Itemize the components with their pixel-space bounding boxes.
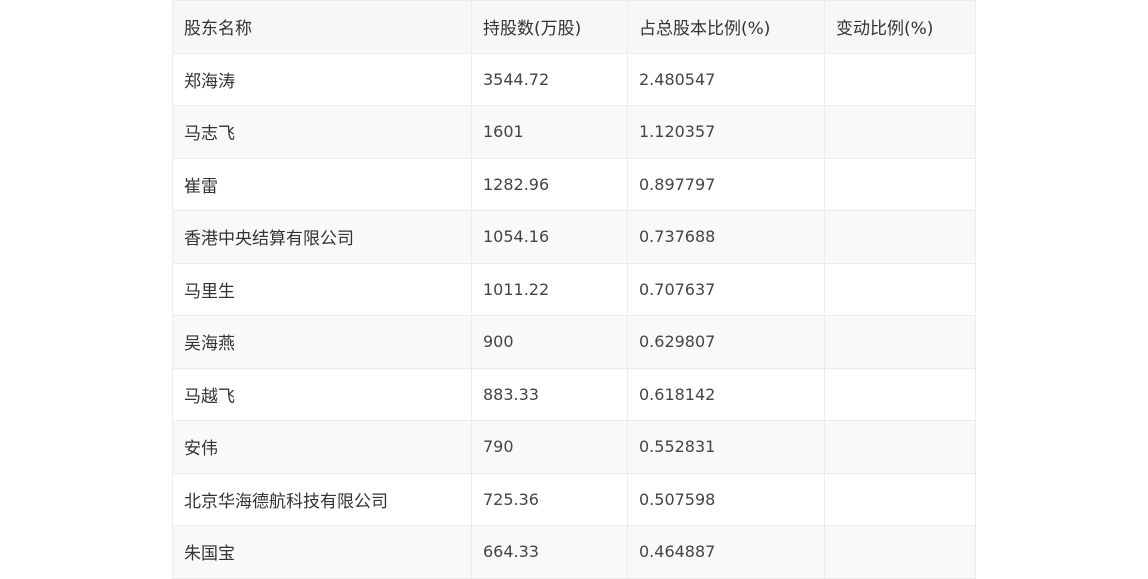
cell-shares: 900 (471, 315, 628, 369)
table-row: 郑海涛 3544.72 2.480547 (172, 52, 976, 106)
cell-shares: 883.33 (471, 367, 628, 421)
cell-shares: 664.33 (471, 525, 628, 579)
cell-shareholder-name: 安伟 (172, 420, 472, 474)
cell-ratio: 1.120357 (627, 105, 825, 159)
cell-ratio: 0.707637 (627, 262, 825, 316)
cell-change (824, 525, 976, 579)
shareholder-table-container: 股东名称 持股数(万股) 占总股本比例(%) 变动比例(%) 郑海涛 3544.… (172, 0, 976, 579)
cell-change (824, 210, 976, 264)
table-row: 吴海燕 900 0.629807 (172, 315, 976, 369)
cell-shares: 790 (471, 420, 628, 474)
cell-shareholder-name: 郑海涛 (172, 52, 472, 106)
table-row: 朱国宝 664.33 0.464887 (172, 525, 976, 579)
cell-shareholder-name: 吴海燕 (172, 315, 472, 369)
cell-shareholder-name: 朱国宝 (172, 525, 472, 579)
cell-ratio: 0.464887 (627, 525, 825, 579)
cell-shareholder-name: 马越飞 (172, 367, 472, 421)
cell-ratio: 0.629807 (627, 315, 825, 369)
table-row: 马志飞 1601 1.120357 (172, 105, 976, 159)
cell-ratio: 0.897797 (627, 157, 825, 211)
cell-shareholder-name: 马志飞 (172, 105, 472, 159)
table-header-row: 股东名称 持股数(万股) 占总股本比例(%) 变动比例(%) (172, 0, 976, 54)
header-ratio: 占总股本比例(%) (627, 0, 825, 54)
table-row: 北京华海德航科技有限公司 725.36 0.507598 (172, 472, 976, 526)
cell-ratio: 2.480547 (627, 52, 825, 106)
cell-change (824, 315, 976, 369)
cell-shareholder-name: 香港中央结算有限公司 (172, 210, 472, 264)
table-row: 安伟 790 0.552831 (172, 420, 976, 474)
cell-ratio: 0.737688 (627, 210, 825, 264)
table-row: 崔雷 1282.96 0.897797 (172, 157, 976, 211)
cell-shareholder-name: 崔雷 (172, 157, 472, 211)
cell-change (824, 367, 976, 421)
cell-shares: 1282.96 (471, 157, 628, 211)
cell-ratio: 0.552831 (627, 420, 825, 474)
header-shares: 持股数(万股) (471, 0, 628, 54)
cell-change (824, 472, 976, 526)
cell-shares: 1601 (471, 105, 628, 159)
cell-change (824, 105, 976, 159)
cell-ratio: 0.618142 (627, 367, 825, 421)
table-row: 马越飞 883.33 0.618142 (172, 367, 976, 421)
cell-change (824, 157, 976, 211)
cell-shares: 725.36 (471, 472, 628, 526)
cell-shareholder-name: 马里生 (172, 262, 472, 316)
cell-shareholder-name: 北京华海德航科技有限公司 (172, 472, 472, 526)
cell-change (824, 262, 976, 316)
table-row: 香港中央结算有限公司 1054.16 0.737688 (172, 210, 976, 264)
cell-shares: 1054.16 (471, 210, 628, 264)
header-shareholder-name: 股东名称 (172, 0, 472, 54)
cell-change (824, 420, 976, 474)
cell-shares: 1011.22 (471, 262, 628, 316)
shareholder-table: 股东名称 持股数(万股) 占总股本比例(%) 变动比例(%) 郑海涛 3544.… (172, 0, 976, 579)
cell-change (824, 52, 976, 106)
table-row: 马里生 1011.22 0.707637 (172, 262, 976, 316)
cell-shares: 3544.72 (471, 52, 628, 106)
header-change: 变动比例(%) (824, 0, 976, 54)
cell-ratio: 0.507598 (627, 472, 825, 526)
